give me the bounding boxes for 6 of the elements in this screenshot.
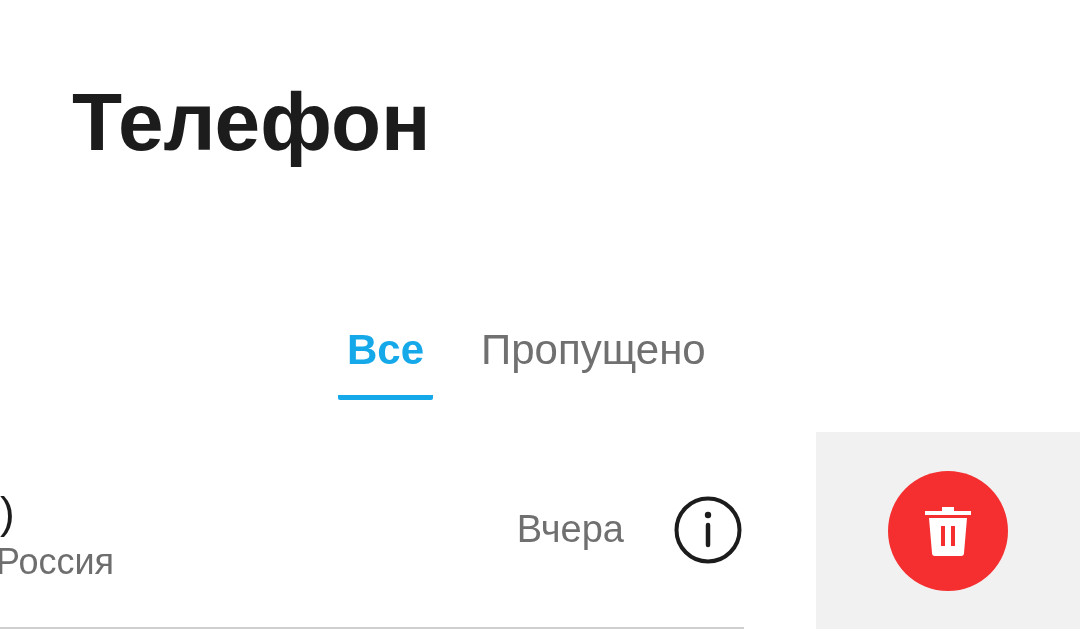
tab[interactable]: Все xyxy=(338,323,434,400)
page-title: Телефон xyxy=(72,75,431,169)
call-time: Вчера xyxy=(516,508,624,551)
phone-number: ) xyxy=(0,486,15,539)
tab[interactable]: Пропущено xyxy=(481,323,706,400)
info-icon[interactable] xyxy=(674,495,742,564)
